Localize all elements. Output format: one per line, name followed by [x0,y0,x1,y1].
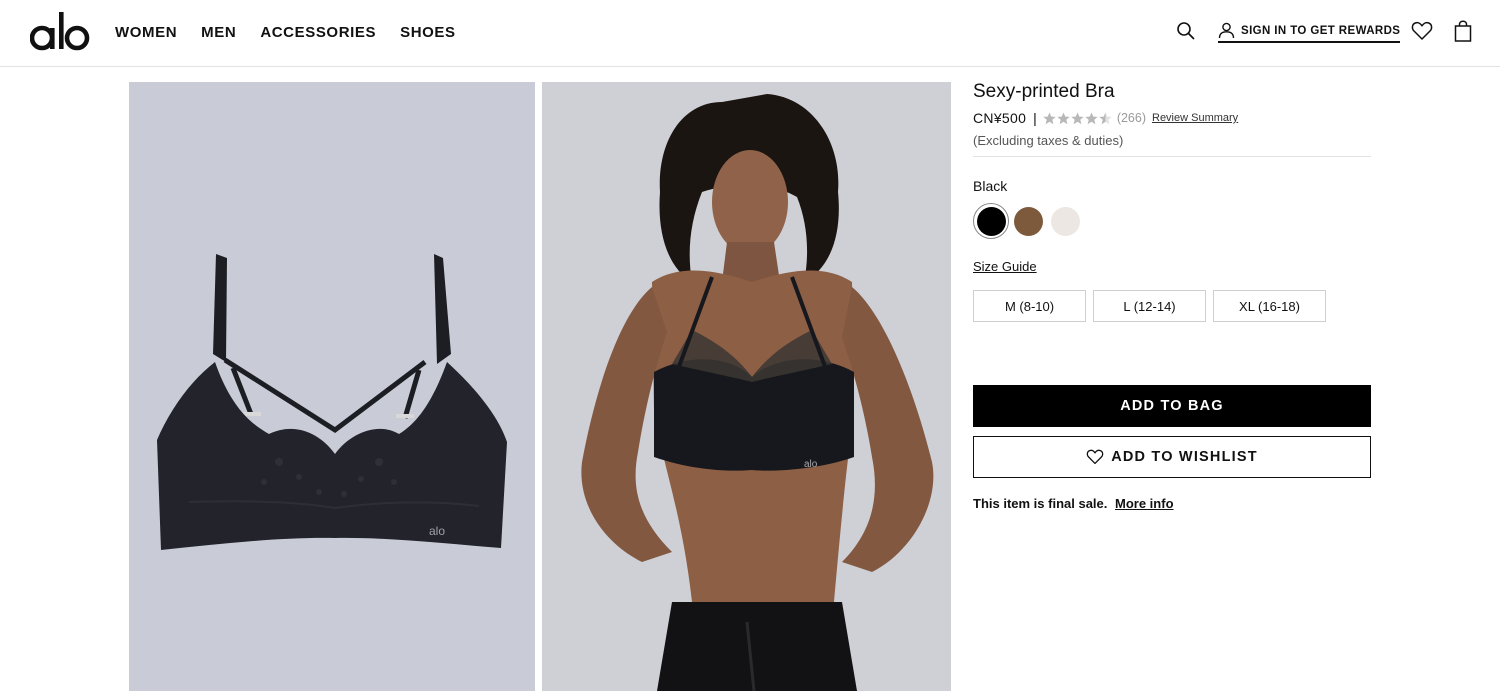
star-icon [1071,112,1084,124]
shopping-bag-icon[interactable] [1453,20,1473,42]
sign-in-label: SIGN IN TO GET REWARDS [1241,24,1401,37]
size-option-xl[interactable]: XL (16-18) [1213,290,1326,322]
review-summary-link[interactable]: Review Summary [1152,112,1238,124]
star-icon [1099,112,1112,124]
add-to-wishlist-button[interactable]: ADD TO WISHLIST [973,436,1371,478]
final-sale-text: This item is final sale. [973,496,1108,511]
product-info-panel: Sexy-printed Bra CN¥500 | (266) Review S… [973,82,1371,322]
nav-accessories[interactable]: ACCESSORIES [260,24,376,42]
swatch-fill [1013,206,1043,236]
tax-note: (Excluding taxes & duties) [973,133,1371,157]
add-to-wishlist-label: ADD TO WISHLIST [1111,449,1258,465]
model-bra-logo-mark: alo [804,459,818,470]
size-options: M (8-10) L (12-14) XL (16-18) [973,290,1371,322]
color-swatches [973,203,1371,239]
nav-men[interactable]: MEN [201,24,236,42]
more-info-link[interactable]: More info [1115,496,1174,511]
star-icon [1043,112,1056,124]
final-sale-note: This item is final sale. More info [973,496,1174,511]
nav-shoes[interactable]: SHOES [400,24,456,42]
nav-women[interactable]: WOMEN [115,24,177,42]
color-swatch-ivory[interactable] [1047,203,1083,239]
star-icon [1085,112,1098,124]
model-wearing-bra-image[interactable]: alo [542,82,951,691]
add-to-bag-button[interactable]: ADD TO BAG [973,385,1371,427]
review-count[interactable]: (266) [1117,111,1146,125]
size-option-m[interactable]: M (8-10) [973,290,1086,322]
heart-icon [1086,449,1104,465]
bra-product-illustration: alo [129,82,535,691]
main-nav: WOMEN MEN ACCESSORIES SHOES [115,24,480,42]
swatch-fill [1050,206,1080,236]
sign-in-rewards-link[interactable]: SIGN IN TO GET REWARDS [1218,22,1401,43]
rating-stars[interactable] [1043,112,1113,125]
star-icon [1057,112,1070,124]
bra-logo-mark: alo [429,524,445,538]
heart-icon[interactable] [1411,21,1433,41]
alo-logo[interactable] [30,10,90,52]
user-icon [1218,22,1235,39]
product-title: Sexy-printed Bra [973,81,1115,102]
price-separator: | [1033,110,1037,126]
swatch-fill [976,206,1006,236]
bra-flat-lay-image[interactable]: alo [129,82,535,691]
price-rating-row: CN¥500 | (266) Review Summary [973,109,1371,127]
add-to-bag-label: ADD TO BAG [1120,398,1224,414]
selected-color-label: Black [973,178,1008,194]
size-option-l[interactable]: L (12-14) [1093,290,1206,322]
site-header: WOMEN MEN ACCESSORIES SHOES SIGN IN TO G… [0,0,1500,67]
search-icon[interactable] [1176,21,1196,41]
size-guide-link[interactable]: Size Guide [973,259,1037,274]
color-swatch-brown[interactable] [1010,203,1046,239]
color-swatch-black[interactable] [973,203,1009,239]
product-price: CN¥500 [973,110,1027,126]
model-illustration: alo [542,82,951,691]
